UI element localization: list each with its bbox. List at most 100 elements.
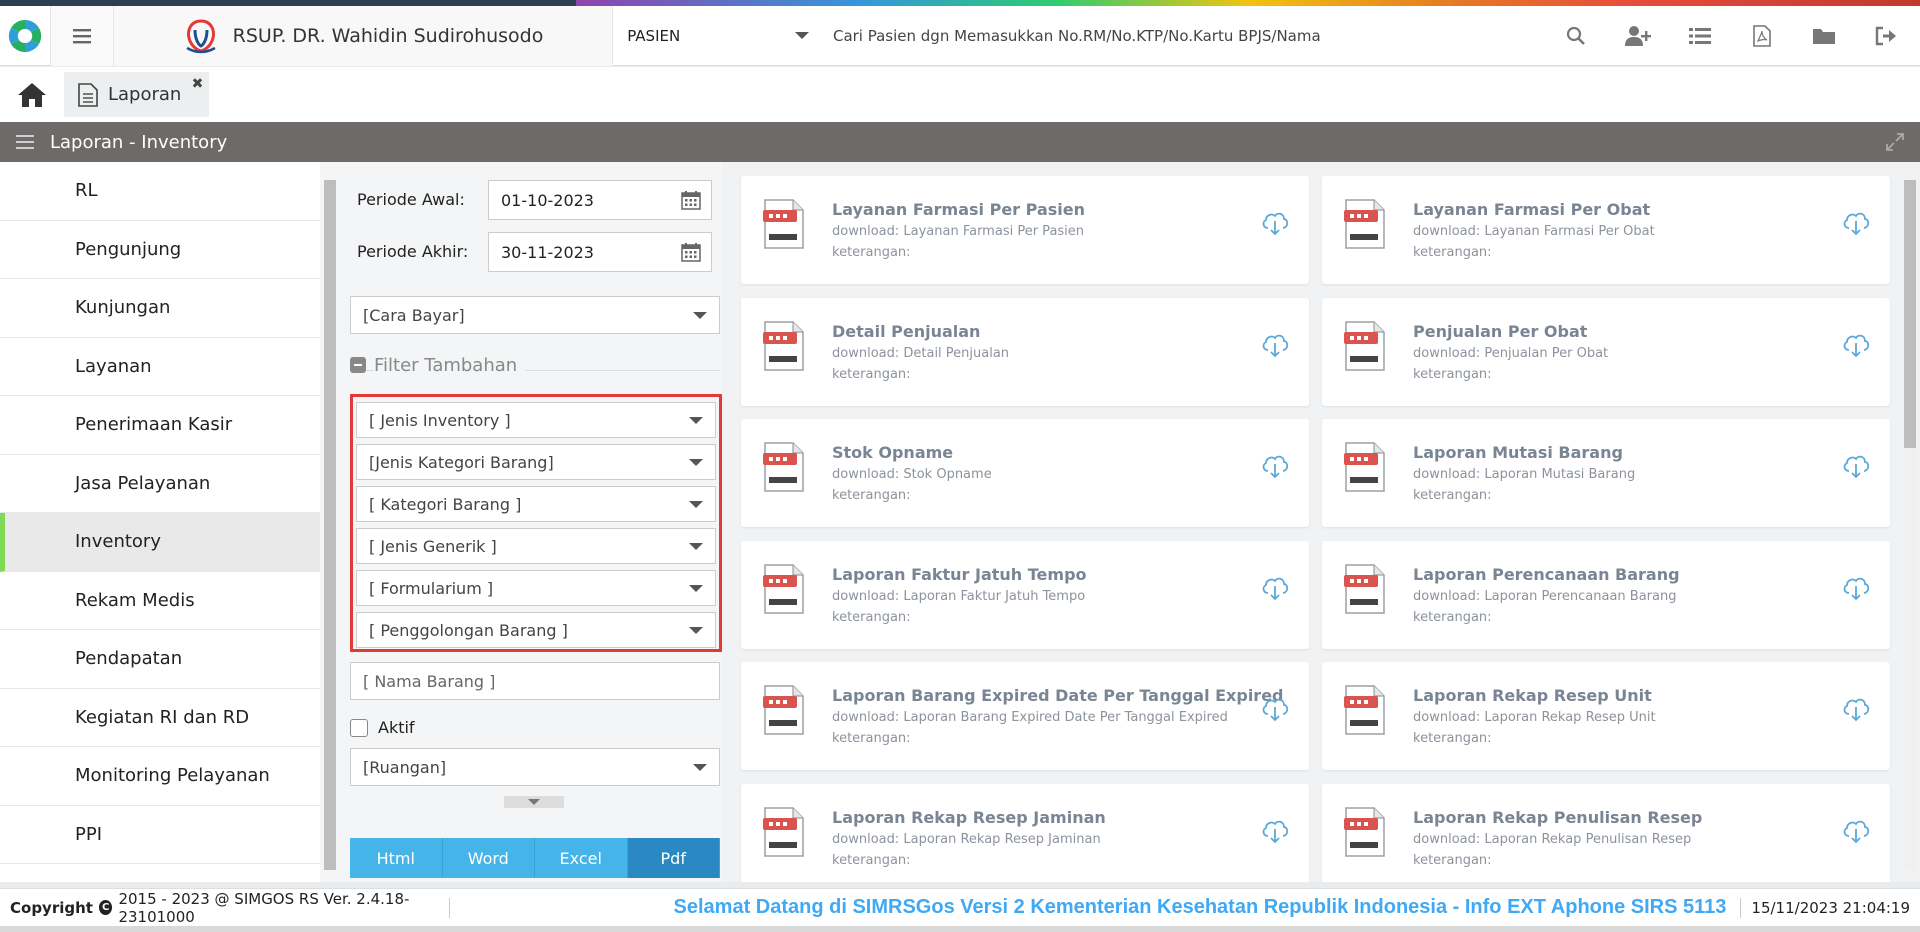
add-patient-button[interactable] bbox=[1624, 22, 1652, 50]
calendar-icon[interactable] bbox=[681, 190, 701, 210]
expand-more-handle[interactable] bbox=[504, 796, 564, 808]
cloud-download-icon[interactable] bbox=[1261, 818, 1289, 844]
periode-awal-field[interactable]: 01-10-2023 bbox=[488, 180, 712, 220]
report-title[interactable]: Laporan Perencanaan Barang bbox=[1413, 565, 1680, 584]
cloud-download-icon[interactable] bbox=[1842, 696, 1870, 722]
periode-akhir-field[interactable]: 30-11-2023 bbox=[488, 232, 712, 272]
cloud-download-icon[interactable] bbox=[1842, 210, 1870, 236]
sidebar-item-penerimaan-kasir[interactable]: Penerimaan Kasir bbox=[0, 396, 320, 455]
close-icon[interactable]: ✖ bbox=[192, 76, 204, 92]
tab-bar: Laporan ✖ bbox=[0, 67, 1920, 122]
kategori-barang-select[interactable]: [ Kategori Barang ] bbox=[356, 486, 716, 522]
calendar-icon[interactable] bbox=[681, 242, 701, 262]
home-tab[interactable] bbox=[0, 67, 64, 122]
jenis-generik-select[interactable]: [ Jenis Generik ] bbox=[356, 528, 716, 564]
report-card[interactable]: Laporan Rekap Resep Jaminan download: Lap… bbox=[741, 783, 1309, 882]
report-keterangan: keterangan: bbox=[1413, 245, 1492, 260]
cloud-download-icon[interactable] bbox=[1842, 818, 1870, 844]
word-button[interactable]: Word bbox=[442, 838, 535, 878]
report-title[interactable]: Laporan Mutasi Barang bbox=[1413, 443, 1623, 462]
report-title[interactable]: Laporan Faktur Jatuh Tempo bbox=[832, 565, 1087, 584]
list-button[interactable] bbox=[1686, 22, 1714, 50]
report-card[interactable]: Layanan Farmasi Per Obat download: Layana… bbox=[1322, 176, 1890, 284]
cara-bayar-select[interactable]: [Cara Bayar] bbox=[350, 296, 720, 334]
sidebar-item-layanan[interactable]: Layanan bbox=[0, 338, 320, 396]
report-title[interactable]: Layanan Farmasi Per Pasien bbox=[832, 200, 1085, 219]
main-menu-toggle[interactable] bbox=[49, 5, 114, 66]
aktif-checkbox[interactable] bbox=[350, 718, 368, 737]
report-pdf-icon bbox=[1344, 563, 1385, 614]
report-title[interactable]: Laporan Barang Expired Date Per Tanggal … bbox=[832, 686, 1284, 705]
report-scrollbar[interactable] bbox=[1904, 180, 1916, 870]
report-keterangan: keterangan: bbox=[1413, 488, 1492, 503]
cloud-download-icon[interactable] bbox=[1261, 210, 1289, 236]
sign-out-icon bbox=[1875, 26, 1897, 45]
search-button[interactable] bbox=[1562, 22, 1590, 50]
report-card[interactable]: Laporan Rekap Penulisan Resep download: L… bbox=[1322, 783, 1890, 882]
report-title[interactable]: Layanan Farmasi Per Obat bbox=[1413, 200, 1650, 219]
sidebar-item-kegiatan-ri-rd[interactable]: Kegiatan RI dan RD bbox=[0, 689, 320, 747]
excel-button[interactable]: Excel bbox=[535, 838, 628, 878]
nama-barang-input[interactable]: [ Nama Barang ] bbox=[350, 662, 720, 700]
report-title[interactable]: Laporan Rekap Resep Unit bbox=[1413, 686, 1652, 705]
patient-search-input[interactable] bbox=[822, 15, 1563, 56]
report-title[interactable]: Laporan Rekap Penulisan Resep bbox=[1413, 808, 1702, 827]
report-title[interactable]: Penjualan Per Obat bbox=[1413, 322, 1587, 341]
sidebar-item-ppi[interactable]: PPI bbox=[0, 806, 320, 864]
logout-button[interactable] bbox=[1872, 22, 1900, 50]
report-download-text: download: Laporan Barang Expired Date Pe… bbox=[832, 710, 1228, 725]
report-card[interactable]: Laporan Faktur Jatuh Tempo download: Lapo… bbox=[741, 540, 1309, 649]
filter-tambahan-legend[interactable]: Filter Tambahan bbox=[350, 354, 720, 376]
sidebar-item-pengunjung[interactable]: Pengunjung bbox=[0, 221, 320, 279]
chevron-down-icon bbox=[689, 584, 703, 592]
report-category-sidebar: RL Pengunjung Kunjungan Layanan Penerima… bbox=[0, 162, 320, 882]
list-icon bbox=[1689, 27, 1712, 44]
report-card[interactable]: Laporan Barang Expired Date Per Tanggal … bbox=[741, 662, 1309, 770]
expand-icon[interactable] bbox=[1886, 133, 1904, 151]
report-download-text: download: Penjualan Per Obat bbox=[1413, 345, 1609, 361]
patient-type-select[interactable]: PASIEN bbox=[613, 6, 823, 66]
report-card[interactable]: Stok Opname download: Stok Opname keterang… bbox=[741, 419, 1309, 527]
cloud-download-icon[interactable] bbox=[1842, 453, 1870, 479]
sidebar-item-jasa-pelayanan[interactable]: Jasa Pelayanan bbox=[0, 455, 320, 513]
report-card[interactable]: Laporan Rekap Resep Unit download: Lapora… bbox=[1322, 662, 1890, 770]
report-card[interactable]: Penjualan Per Obat download: Penjualan Pe… bbox=[1322, 297, 1890, 406]
sidebar-item-pendapatan[interactable]: Pendapatan bbox=[0, 630, 320, 689]
folder-button[interactable] bbox=[1810, 22, 1838, 50]
report-card[interactable]: Laporan Mutasi Barang download: Laporan M… bbox=[1322, 419, 1890, 527]
app-logo[interactable] bbox=[0, 6, 50, 66]
report-title[interactable]: Laporan Rekap Resep Jaminan bbox=[832, 808, 1106, 827]
cloud-download-icon[interactable] bbox=[1261, 575, 1289, 601]
sidebar-item-rl[interactable]: RL bbox=[0, 162, 320, 221]
panel-menu-icon[interactable] bbox=[16, 135, 34, 149]
report-keterangan: keterangan: bbox=[832, 731, 911, 746]
report-title[interactable]: Stok Opname bbox=[832, 443, 953, 462]
collapse-minus-icon[interactable] bbox=[350, 357, 366, 373]
aktif-checkbox-row[interactable]: Aktif bbox=[350, 718, 415, 737]
formularium-select[interactable]: [ Formularium ] bbox=[356, 570, 716, 606]
sidebar-item-monitoring-pelayanan[interactable]: Monitoring Pelayanan bbox=[0, 747, 320, 806]
jenis-inventory-select[interactable]: [ Jenis Inventory ] bbox=[356, 402, 716, 438]
tab-laporan[interactable]: Laporan ✖ bbox=[64, 72, 210, 117]
sidebar-item-inventory[interactable]: Inventory bbox=[0, 513, 320, 572]
tab-label: Laporan bbox=[108, 84, 182, 105]
cloud-download-icon[interactable] bbox=[1842, 575, 1870, 601]
cloud-download-icon[interactable] bbox=[1842, 332, 1870, 358]
cloud-download-icon[interactable] bbox=[1261, 453, 1289, 479]
sidebar-item-kunjungan[interactable]: Kunjungan bbox=[0, 279, 320, 338]
filter-scrollbar[interactable] bbox=[324, 180, 336, 870]
cloud-download-icon[interactable] bbox=[1261, 696, 1289, 722]
penggolongan-barang-select[interactable]: [ Penggolongan Barang ] bbox=[356, 612, 716, 648]
report-title[interactable]: Detail Penjualan bbox=[832, 322, 980, 341]
pdf-button[interactable]: Pdf bbox=[627, 838, 720, 878]
html-button[interactable]: Html bbox=[350, 838, 443, 878]
pdf-button[interactable] bbox=[1748, 22, 1776, 50]
jenis-kategori-barang-select[interactable]: [Jenis Kategori Barang] bbox=[356, 444, 716, 480]
sidebar-item-rekam-medis[interactable]: Rekam Medis bbox=[0, 572, 320, 630]
report-card[interactable]: Laporan Perencanaan Barang download: Lapo… bbox=[1322, 540, 1890, 649]
report-card[interactable]: Detail Penjualan download: Detail Penjual… bbox=[741, 297, 1309, 406]
ruangan-select[interactable]: [Ruangan] bbox=[350, 748, 720, 786]
scrollbar-thumb[interactable] bbox=[1904, 180, 1916, 448]
cloud-download-icon[interactable] bbox=[1261, 332, 1289, 358]
report-card[interactable]: Layanan Farmasi Per Pasien download: Laya… bbox=[741, 176, 1309, 284]
